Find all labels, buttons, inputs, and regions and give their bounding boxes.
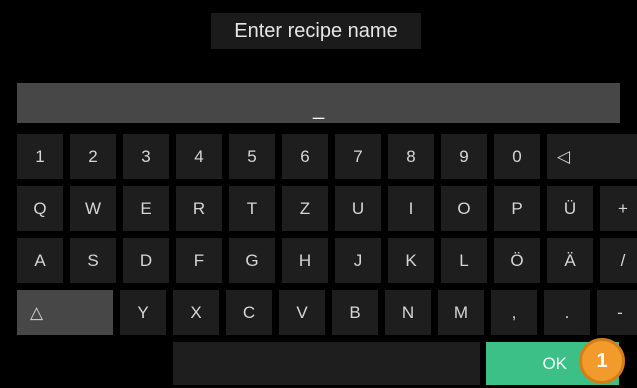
key-a[interactable]: A — [17, 238, 63, 283]
key-0[interactable]: 0 — [494, 134, 540, 179]
shift-icon: △ — [30, 302, 44, 322]
keyboard-row-2: Q W E R T Z U I O P Ü + — [17, 186, 637, 231]
key-q[interactable]: Q — [17, 186, 63, 231]
key-n[interactable]: N — [385, 290, 431, 335]
key-4[interactable]: 4 — [176, 134, 222, 179]
key-minus[interactable]: - — [597, 290, 637, 335]
key-3[interactable]: 3 — [123, 134, 169, 179]
key-period[interactable]: . — [544, 290, 590, 335]
keyboard-row-3: A S D F G H J K L Ö Ä / — [17, 238, 637, 283]
key-u[interactable]: U — [335, 186, 381, 231]
key-p[interactable]: P — [494, 186, 540, 231]
key-y[interactable]: Y — [120, 290, 166, 335]
key-2[interactable]: 2 — [70, 134, 116, 179]
key-slash[interactable]: / — [600, 238, 637, 283]
keyboard-row-4: △ Y X C V B N M , . - — [17, 290, 637, 335]
keyboard-row-1: 1 2 3 4 5 6 7 8 9 0 ◁ — [17, 134, 637, 179]
ok-label: OK — [542, 353, 567, 373]
key-w[interactable]: W — [70, 186, 116, 231]
key-6[interactable]: 6 — [282, 134, 328, 179]
key-7[interactable]: 7 — [335, 134, 381, 179]
key-a-umlaut[interactable]: Ä — [547, 238, 593, 283]
key-comma[interactable]: , — [491, 290, 537, 335]
key-g[interactable]: G — [229, 238, 275, 283]
backspace-icon: ◁ — [557, 146, 571, 166]
key-o-umlaut[interactable]: Ö — [494, 238, 540, 283]
step-badge: 1 — [579, 338, 625, 384]
shift-key[interactable]: △ — [17, 290, 113, 335]
key-o[interactable]: O — [441, 186, 487, 231]
key-plus[interactable]: + — [600, 186, 637, 231]
key-z[interactable]: Z — [282, 186, 328, 231]
key-i[interactable]: I — [388, 186, 434, 231]
key-l[interactable]: L — [441, 238, 487, 283]
key-k[interactable]: K — [388, 238, 434, 283]
key-d[interactable]: D — [123, 238, 169, 283]
key-x[interactable]: X — [173, 290, 219, 335]
key-r[interactable]: R — [176, 186, 222, 231]
backspace-key[interactable]: ◁ — [547, 134, 637, 179]
key-8[interactable]: 8 — [388, 134, 434, 179]
key-9[interactable]: 9 — [441, 134, 487, 179]
key-j[interactable]: J — [335, 238, 381, 283]
key-t[interactable]: T — [229, 186, 275, 231]
space-key[interactable] — [173, 342, 480, 385]
key-m[interactable]: M — [438, 290, 484, 335]
recipe-name-input[interactable]: _ — [17, 83, 620, 123]
key-h[interactable]: H — [282, 238, 328, 283]
key-f[interactable]: F — [176, 238, 222, 283]
key-c[interactable]: C — [226, 290, 272, 335]
key-5[interactable]: 5 — [229, 134, 275, 179]
key-u-umlaut[interactable]: Ü — [547, 186, 593, 231]
key-v[interactable]: V — [279, 290, 325, 335]
dialog-title: Enter recipe name — [211, 13, 421, 49]
key-1[interactable]: 1 — [17, 134, 63, 179]
key-s[interactable]: S — [70, 238, 116, 283]
key-e[interactable]: E — [123, 186, 169, 231]
key-b[interactable]: B — [332, 290, 378, 335]
